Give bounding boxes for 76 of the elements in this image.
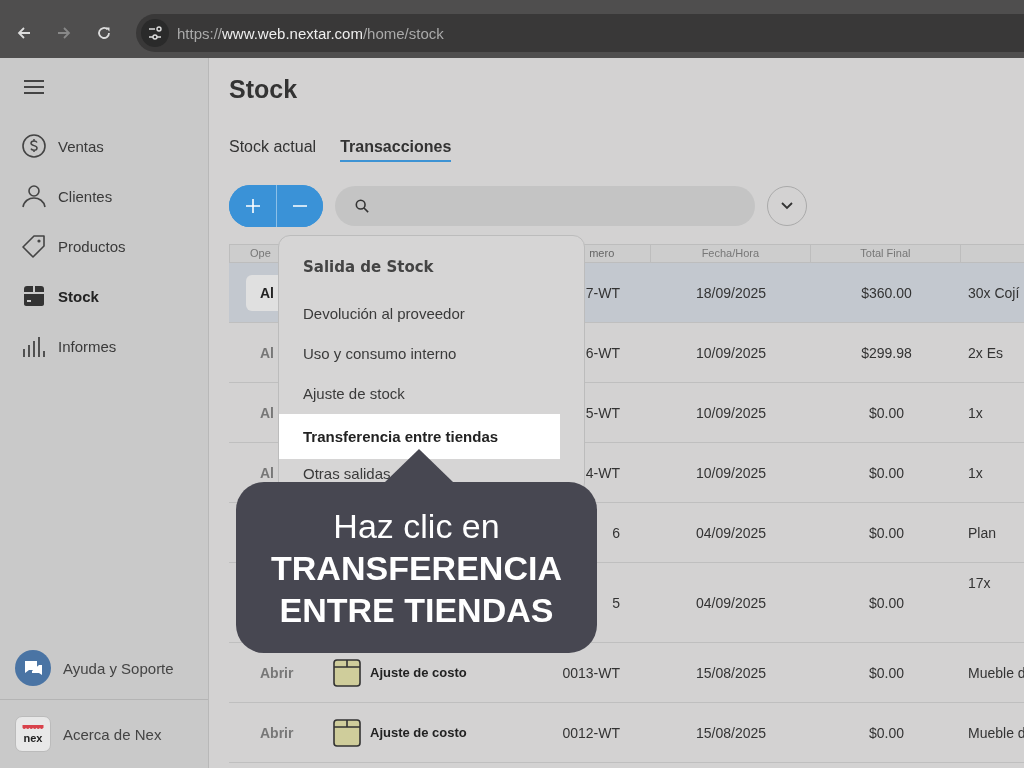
box-icon xyxy=(22,284,46,308)
dollar-icon xyxy=(22,134,46,158)
menu-icon[interactable] xyxy=(24,80,44,94)
table-cell: Ajuste de costo xyxy=(370,665,467,680)
table-row[interactable]: Abrir Ajuste de costo 0012-WT 15/08/2025 $0.00 Mueble d xyxy=(229,703,1024,763)
chat-icon xyxy=(15,650,51,686)
bar-chart-icon xyxy=(22,334,46,358)
table-cell: 17x xyxy=(968,575,991,591)
minus-icon xyxy=(292,205,308,207)
table-cell: 10/09/2025 xyxy=(695,344,767,361)
help-item[interactable]: Ayuda y Soporte xyxy=(0,637,208,699)
box-icon xyxy=(333,658,361,687)
table-cell: 6 xyxy=(612,524,620,541)
url-text: https://www.web.nextar.com/home/stock xyxy=(177,24,444,42)
table-cell: Mueble d xyxy=(968,664,1024,681)
table-cell: $299.98 xyxy=(861,344,912,361)
address-bar[interactable]: https://www.web.nextar.com/home/stock xyxy=(136,14,1024,52)
table-cell: Mueble d xyxy=(968,724,1024,741)
table-cell: Ajuste de costo xyxy=(370,725,467,740)
nex-logo: nex xyxy=(15,716,51,752)
remove-button[interactable] xyxy=(276,185,323,227)
menu-item[interactable]: Transferencia entre tiendas xyxy=(279,414,560,459)
column-header: Total Final xyxy=(860,247,911,259)
table-cell: $0.00 xyxy=(868,724,904,741)
reload-icon[interactable] xyxy=(96,25,112,41)
table-cell: 1x xyxy=(968,404,983,421)
menu-item[interactable]: Ajuste de stock xyxy=(279,374,560,414)
table-cell: $360.00 xyxy=(861,284,912,301)
table-cell: 15/08/2025 xyxy=(695,664,767,681)
site-settings-icon[interactable] xyxy=(141,19,169,47)
tab[interactable]: Stock actual xyxy=(229,138,317,162)
callout-text: Haz clic en TRANSFERENCIA ENTRE TIENDAS xyxy=(270,505,563,631)
table-cell: 0012-WT xyxy=(562,724,620,741)
table-cell: 0013-WT xyxy=(562,664,620,681)
table-cell: 6-WT xyxy=(585,344,620,361)
table-cell: 04/09/2025 xyxy=(695,594,767,611)
table-cell: $0.00 xyxy=(868,404,904,421)
table-cell: 30x Cojí xyxy=(968,284,1020,301)
sidebar-item[interactable]: Stock xyxy=(0,271,208,321)
person-icon xyxy=(22,184,46,208)
table-cell: Plan xyxy=(968,524,997,541)
table-cell: $0.00 xyxy=(868,664,904,681)
search-icon xyxy=(355,199,369,213)
expand-button[interactable] xyxy=(767,186,807,226)
table-cell: 5-WT xyxy=(585,404,620,421)
forward-icon[interactable] xyxy=(56,25,72,41)
table-cell: 04/09/2025 xyxy=(695,524,767,541)
table-cell: 1x xyxy=(968,464,983,481)
table-cell: 18/09/2025 xyxy=(695,284,767,301)
page-title: Stock xyxy=(229,75,299,105)
about-item[interactable]: nex Acerca de Nex xyxy=(0,699,208,768)
table-cell: 2x Es xyxy=(968,344,1003,361)
sidebar-item[interactable]: Informes xyxy=(0,321,208,371)
menu-item[interactable]: Uso y consumo interno xyxy=(279,334,560,374)
plus-icon xyxy=(244,198,261,214)
column-header: Fecha/Hora xyxy=(701,247,760,259)
sidebar-item[interactable]: Productos xyxy=(0,221,208,271)
column-header: mero xyxy=(589,247,615,259)
table-cell: $0.00 xyxy=(868,464,904,481)
back-icon[interactable] xyxy=(16,25,32,41)
table-cell: 10/09/2025 xyxy=(695,464,767,481)
sidebar-item[interactable]: Ventas xyxy=(0,121,208,171)
tag-icon xyxy=(22,234,46,258)
box-icon xyxy=(333,718,361,747)
search-field[interactable] xyxy=(335,186,755,226)
chevron-down-icon xyxy=(781,202,793,210)
tab[interactable]: Transacciones xyxy=(340,138,452,162)
table-cell: 7-WT xyxy=(585,284,620,301)
table-cell: 5 xyxy=(612,594,620,611)
table-cell: 15/08/2025 xyxy=(695,724,767,741)
column-header: Ope xyxy=(250,247,271,259)
table-cell: $0.00 xyxy=(868,594,904,611)
table-cell: 4-WT xyxy=(585,464,620,481)
table-cell: 10/09/2025 xyxy=(695,404,767,421)
sidebar-item[interactable]: Clientes xyxy=(0,171,208,221)
table-cell: $0.00 xyxy=(868,524,904,541)
